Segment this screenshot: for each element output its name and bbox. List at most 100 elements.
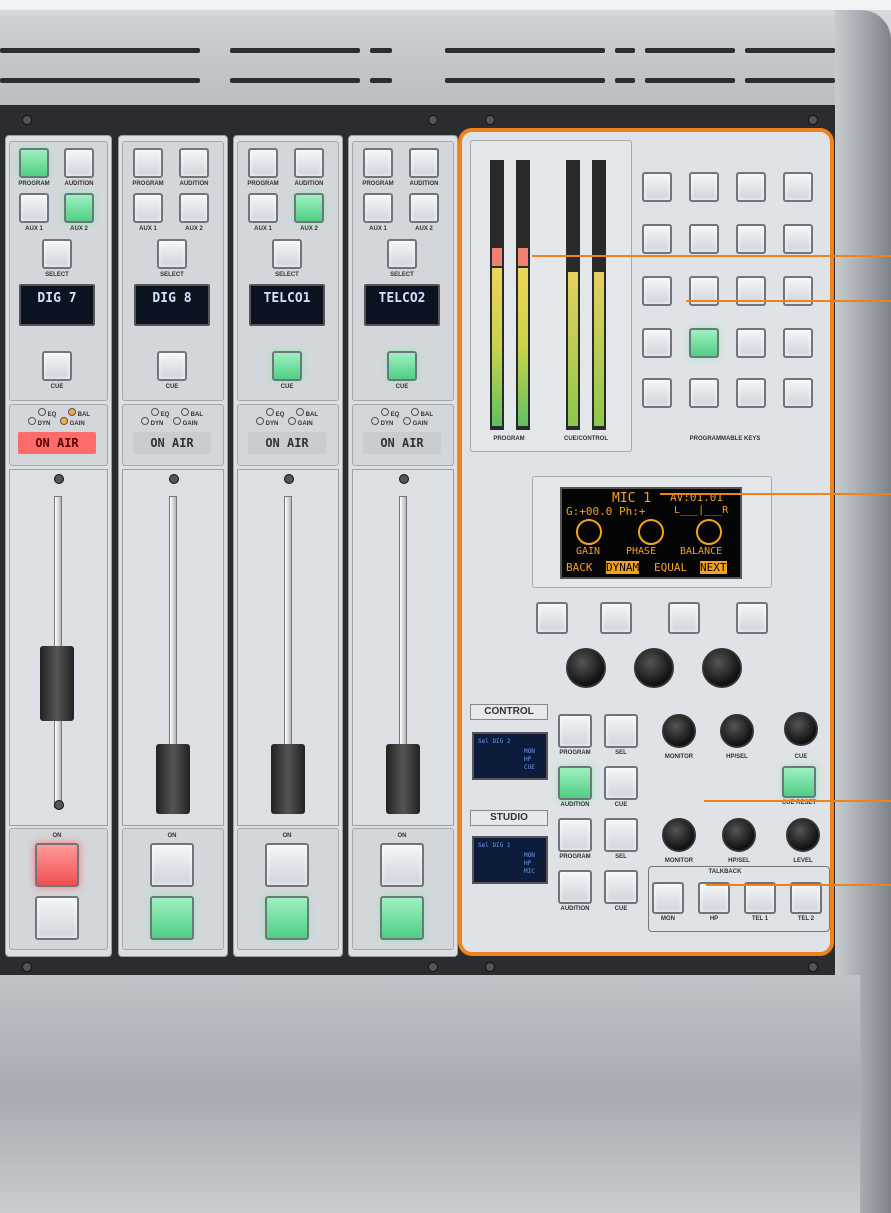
channel-button[interactable] [380,896,424,940]
programmable-key[interactable] [689,172,719,202]
studio-audition-button[interactable] [558,870,592,904]
cue-level-knob[interactable] [784,712,818,746]
program-button[interactable] [133,148,163,178]
programmable-key[interactable] [736,328,766,358]
softkey-2[interactable] [600,602,632,634]
on-button[interactable] [150,843,194,887]
on-button[interactable] [35,843,79,887]
talkback-tel1-button[interactable] [744,882,776,914]
programmable-key[interactable] [736,378,766,408]
softkey-3[interactable] [668,602,700,634]
cue-button[interactable] [387,351,417,381]
channel-button[interactable] [35,896,79,940]
programmable-key[interactable] [642,328,672,358]
screw [808,962,818,972]
select-button[interactable] [42,239,72,269]
aux2-button[interactable] [179,193,209,223]
channel-button[interactable] [265,896,309,940]
studio-cue-button[interactable] [604,870,638,904]
cue-button[interactable] [42,351,72,381]
program-button[interactable] [19,148,49,178]
programmable-key[interactable] [642,276,672,306]
control-program-button[interactable] [558,714,592,748]
audition-button[interactable] [294,148,324,178]
programmable-key[interactable] [783,224,813,254]
balance-knob[interactable] [702,648,742,688]
channel-button[interactable] [150,896,194,940]
programmable-key[interactable] [689,378,719,408]
aux1-label: AUX 1 [139,226,157,232]
programmable-key[interactable] [783,328,813,358]
control-cue-label: CUE [614,802,628,808]
programmable-key[interactable] [689,328,719,358]
softkey-4[interactable] [736,602,768,634]
led [151,408,159,416]
aux2-button[interactable] [409,193,439,223]
studio-hp-sel-knob[interactable] [722,818,756,852]
cue-button[interactable] [157,351,187,381]
programmable-key[interactable] [689,224,719,254]
talkback-mon-button[interactable] [652,882,684,914]
aux1-button[interactable] [19,193,49,223]
cue-button[interactable] [272,351,302,381]
select-button[interactable] [272,239,302,269]
fader-handle[interactable] [271,744,305,814]
program-button[interactable] [363,148,393,178]
audition-button[interactable] [64,148,94,178]
programmable-key[interactable] [642,172,672,202]
programmable-key[interactable] [783,378,813,408]
meter-level [492,268,502,426]
talkback-tel2-button[interactable] [790,882,822,914]
channel-strip-telco2: PROGRAM AUDITION AUX 1 AUX 2 SELECT TELC… [348,135,458,957]
meter-level [518,268,528,426]
on-button[interactable] [380,843,424,887]
control-cue-button[interactable] [604,766,638,800]
select-label: SELECT [275,272,299,278]
studio-audition-label: AUDITION [560,906,590,912]
programmable-key[interactable] [783,172,813,202]
program-button[interactable] [248,148,278,178]
aux2-button[interactable] [64,193,94,223]
select-button[interactable] [157,239,187,269]
fader-handle[interactable] [386,744,420,814]
aux1-button[interactable] [248,193,278,223]
aux1-button[interactable] [133,193,163,223]
studio-display-mic: MIC [524,868,535,875]
led [38,408,46,416]
audition-button[interactable] [179,148,209,178]
audition-button[interactable] [409,148,439,178]
aux1-button[interactable] [363,193,393,223]
programmable-key[interactable] [642,378,672,408]
studio-program-button[interactable] [558,818,592,852]
meter-level [594,272,604,426]
gain-knob[interactable] [566,648,606,688]
gain-label: GAIN [297,421,313,427]
control-hp-sel-knob[interactable] [720,714,754,748]
control-monitor-knob[interactable] [662,714,696,748]
talkback-hp-button[interactable] [698,882,730,914]
fader-handle[interactable] [40,646,74,721]
callout-line-control [704,800,891,802]
vent-slot [230,78,360,83]
softkey-1[interactable] [536,602,568,634]
fader-handle[interactable] [156,744,190,814]
studio-level-knob[interactable] [786,818,820,852]
cue-reset-button[interactable] [782,766,816,798]
console-top-panel [0,15,870,108]
studio-monitor-knob[interactable] [662,818,696,852]
programmable-key[interactable] [642,224,672,254]
status-led-dyn: DYN [28,417,50,427]
vent-slot [370,48,392,53]
studio-sel-button[interactable] [604,818,638,852]
status-led-gain: GAIN [288,417,313,427]
control-audition-button[interactable] [558,766,592,800]
phase-knob[interactable] [634,648,674,688]
aux2-button[interactable] [294,193,324,223]
control-sel-button[interactable] [604,714,638,748]
audition-label: AUDITION [409,181,439,187]
programmable-key[interactable] [736,172,766,202]
programmable-key[interactable] [736,224,766,254]
studio-display-hp: HP [524,860,532,867]
select-button[interactable] [387,239,417,269]
on-button[interactable] [265,843,309,887]
